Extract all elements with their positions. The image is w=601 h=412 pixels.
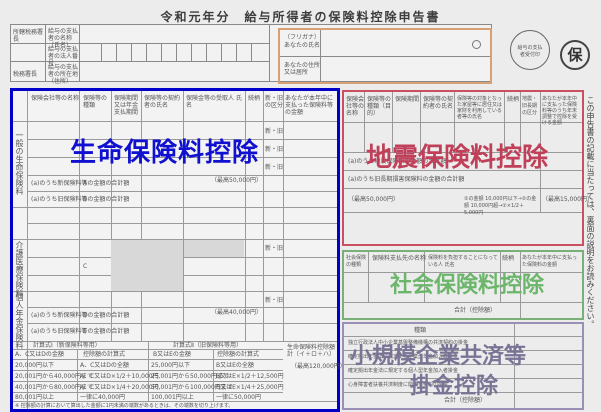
- social-header-type: 社会保険の種類: [346, 255, 367, 268]
- header-beneficiary: 保険金等の受取人 氏名: [186, 95, 242, 109]
- life-footnote: ※ 控除額の計算において算出した金額に1円未満の端数があるときは、その端数を切り…: [15, 403, 234, 409]
- row-label-e: (a)のうち旧保険料等の金額の合計額: [31, 328, 130, 335]
- tax-form-page: 令和元年分 給与所得者の保険料控除申告書 所轄税務署長 税務署長 給与の支払者の…: [0, 0, 601, 412]
- chief-label: 税務署長: [13, 71, 38, 78]
- row-c: C: [83, 263, 88, 270]
- max-40000-label: （最高40,000円）: [211, 309, 262, 316]
- calc-cell: 25,000円以下: [151, 362, 190, 369]
- form-title: 令和元年分 給与所得者の保険料控除申告書: [160, 10, 441, 24]
- your-address-label: あなたの住所又は居所: [284, 62, 321, 76]
- social-header-relation: 続柄: [502, 255, 515, 262]
- small-business-title: 小規模企業共済等: [350, 344, 527, 369]
- row-label-d: (a)のうち新保険料等の金額の合計額: [31, 312, 130, 319]
- eq-max-50000: （最高50,000円）: [348, 196, 399, 203]
- calc-cell: 20,000円以下: [15, 362, 54, 369]
- side-label-pension: 個人年金保険料: [15, 293, 24, 349]
- calc-cell: B又はE×1/4＋25,000円: [216, 384, 284, 391]
- your-info-box: （フリガナ） あなたの氏名 あなたの住所又は居所: [278, 28, 492, 84]
- calc-cell: 一律に40,000円: [80, 394, 125, 401]
- max-50000-label: （最高50,000円）: [211, 177, 262, 184]
- formula-title-1: 計算式Ⅰ（新保険料等用）: [33, 342, 101, 349]
- header-company: 保険会社等の名称: [31, 95, 80, 102]
- calc-cell: A、C又はD×1/4＋20,000円: [80, 384, 159, 391]
- calc-header-4: 控除額の計算式: [217, 351, 260, 358]
- side-label-medical: 介護医療保険料: [15, 241, 24, 297]
- calc-cell: B又はE×1/2＋12,500円: [216, 373, 284, 380]
- eq-header-amount: あなたが本年中に支払った保険料等のうち年末調整で控除を受ける金額: [542, 96, 578, 126]
- header-contractor: 保険等の契約者の氏名: [144, 95, 181, 109]
- new-old-2: 新・旧: [265, 146, 284, 153]
- payer-seal-circle: 給与の支払者受付印: [510, 30, 550, 70]
- row-label-a: (a)のうち新保険料等の金額の合計額: [31, 180, 130, 187]
- eq-header-type: 保険等の種類（目的）: [367, 96, 392, 117]
- calc-cell: 100,001円以上: [151, 394, 194, 401]
- life-total-label: 生命保険料控除額 計（イ＋ロ＋ハ）: [287, 344, 336, 358]
- eq-header-period: 保険期間: [395, 96, 420, 103]
- new-old-4: 新・旧: [265, 245, 284, 252]
- row-b: B: [83, 196, 88, 203]
- calc-cell: 80,001円以上: [15, 394, 54, 401]
- ho-mark: 保: [560, 40, 590, 70]
- eq-header-resident: 保険等の対象となった家屋等に居住又は家財を利用している者等の氏名: [457, 96, 503, 120]
- formula-title-2: 計算式Ⅱ（旧保険料等用）: [173, 342, 242, 349]
- side-instruction-note: この申告書の記載に当たっては、裏面の説明をお読みください。: [586, 96, 595, 328]
- calc-cell: A、C又はD×1/2＋10,000円: [80, 373, 159, 380]
- furigana-label: （フリガナ）: [284, 34, 321, 41]
- life-insurance-title: 生命保険料控除: [70, 138, 260, 168]
- eq-header-contractor: 保険等の契約者の氏名: [423, 96, 454, 110]
- eq-header-relation: 続柄: [507, 96, 520, 103]
- calc-cell: A、C又はDの全額: [80, 362, 129, 369]
- eq-total-old: (a)のうち旧長期損害保険料の金額の合計額: [348, 176, 465, 183]
- row-e: E: [83, 328, 87, 335]
- your-name-label: あなたの氏名: [284, 42, 321, 49]
- calc-cell: 一律に50,000円: [216, 394, 261, 401]
- header-new-old: 新・旧の区分: [265, 95, 284, 109]
- office-label: 所轄税務署長: [13, 29, 44, 43]
- seal-mark: [472, 40, 481, 49]
- new-old-5: 新・旧: [265, 297, 284, 304]
- small-header: 種類: [414, 327, 427, 334]
- header-type: 保険等の種類: [83, 95, 108, 109]
- new-old-1: 新・旧: [265, 128, 284, 135]
- header-relation: 続柄: [248, 95, 261, 102]
- new-old-3: 新・旧: [265, 164, 284, 171]
- small-business-title-2: 掛金控除: [410, 374, 499, 399]
- social-insurance-title: 社会保険料控除: [390, 273, 545, 298]
- social-sum-label: 合計（控除額）: [454, 307, 497, 314]
- earthquake-insurance-title: 地震保険料控除: [366, 143, 549, 173]
- header-period: 保険期間又は年金支払期間: [114, 95, 139, 116]
- header-amount: あなたが本年中に支払った保険料等の金額: [285, 95, 334, 116]
- calc-header-1: A、C又はDの金額: [15, 351, 64, 358]
- row-d: D: [83, 312, 88, 319]
- eq-nonlife-calc: ②の金額 10,000円以下→②の金額 10,000円超→②×1/2＋5,000…: [464, 196, 537, 216]
- calc-header-2: 控除額の計算式: [83, 351, 126, 358]
- calc-cell: B又はEの全額: [216, 362, 254, 369]
- payer-address-label: 給与の支払者の所在地（住所）: [48, 64, 79, 85]
- calc-header-3: B又はEの金額: [153, 351, 191, 358]
- eq-header-class: 地震・旧長期の区分: [522, 96, 538, 116]
- max-120000-label: （最高120,000円）: [291, 363, 346, 370]
- side-label-general: 一般の生命保険料: [15, 131, 24, 195]
- seal-label: 給与の支払者受付印: [517, 45, 543, 58]
- eq-header-company: 保険会社等の名称: [346, 96, 365, 117]
- row-a: A: [83, 180, 88, 187]
- row-label-b: (a)のうち旧保険料等の金額の合計額: [31, 196, 130, 203]
- social-header-payee: 保険料支払先の名称: [372, 255, 427, 262]
